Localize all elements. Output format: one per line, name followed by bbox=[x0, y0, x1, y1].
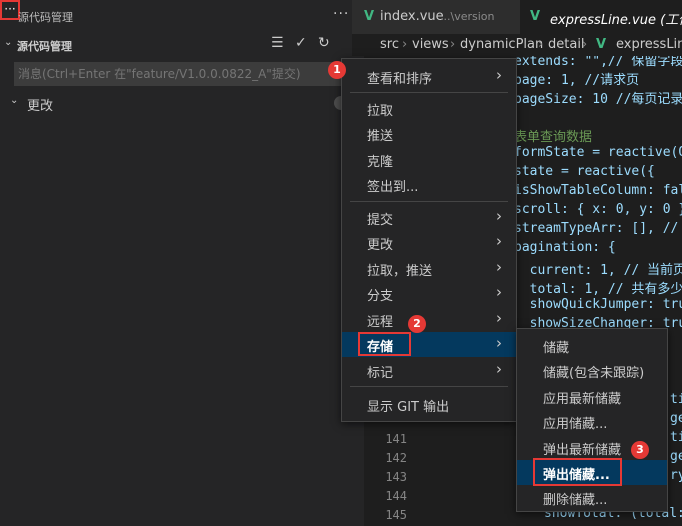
code-fragment: ge bbox=[670, 411, 682, 426]
code-line: showQuickJumper: true, bbox=[529, 297, 682, 312]
code-line: pageSize: 10 //每页记录数 bbox=[514, 92, 682, 107]
refresh-icon[interactable]: ↻ bbox=[318, 35, 330, 51]
menu-item-commit[interactable]: 提交 › bbox=[342, 205, 516, 230]
code-fragment: ti bbox=[670, 430, 682, 445]
tab-index-vue[interactable]: V index.vue ...\version bbox=[352, 0, 520, 34]
menu-item-pull[interactable]: 拉取 bbox=[342, 96, 516, 121]
menu-item-remote[interactable]: 远程 › bbox=[342, 307, 516, 332]
line-number: 143 bbox=[385, 470, 407, 484]
chevron-right-icon: › bbox=[496, 232, 502, 250]
vue-file-icon: V bbox=[596, 37, 607, 52]
code-line: 表单查询数据 bbox=[514, 130, 593, 145]
code-fragment: ry bbox=[670, 468, 682, 483]
highlight-stash bbox=[358, 332, 411, 356]
menu-item-show-git-output[interactable]: 显示 GIT 输出 bbox=[342, 392, 516, 417]
line-number: 145 bbox=[385, 508, 407, 522]
breadcrumb-item[interactable]: dynamicPlan bbox=[460, 37, 543, 52]
step-badge: 3 bbox=[631, 441, 649, 459]
source-control-sidebar: 源代码管理 ··· ⌄ 源代码管理 ☰ ✓ ↻ ··· ⌄ 更改 bbox=[0, 0, 364, 526]
menu-item-pull-push[interactable]: 拉取，推送 › bbox=[342, 256, 516, 281]
sidebar-more-icon[interactable]: ··· bbox=[333, 6, 349, 22]
code-line: page: 1, //请求页 bbox=[514, 73, 640, 88]
chevron-right-icon: › bbox=[496, 66, 502, 84]
editor-tabs: V index.vue ...\version V expressLine.vu… bbox=[352, 0, 682, 34]
tab-label: expressLine.vue (工作树) bbox=[550, 13, 682, 28]
code-line: extends: "",// 保留字段 bbox=[514, 56, 682, 69]
menu-item-checkout[interactable]: 签出到... bbox=[342, 172, 516, 197]
menu-item-push[interactable]: 推送 bbox=[342, 121, 516, 146]
code-line: state = reactive({ bbox=[514, 164, 655, 179]
code-line: scroll: { x: 0, y: 0 }, bbox=[514, 202, 682, 217]
submenu-item-drop[interactable]: 删除储藏... bbox=[517, 485, 667, 510]
vue-file-icon: V bbox=[530, 9, 541, 24]
code-line: total: 1, // 共有多少 bbox=[514, 282, 682, 297]
section-title: 源代码管理 bbox=[17, 40, 72, 53]
chevron-down-icon: ⌄ bbox=[10, 95, 19, 106]
tab-expressline-vue[interactable]: V expressLine.vue (工作树) bbox=[520, 0, 682, 34]
menu-item-clone[interactable]: 克隆 bbox=[342, 147, 516, 172]
code-line: streamTypeArr: [], // bbox=[514, 221, 679, 236]
more-actions-menu: 查看和排序 › 拉取 推送 克隆 签出到... 提交 › 更改 › 拉取，推送 … bbox=[341, 58, 517, 422]
menu-separator bbox=[350, 201, 508, 202]
code-line: isShowTableColumn: false, bbox=[514, 183, 682, 198]
chevron-right-icon: › bbox=[496, 309, 502, 327]
step-badge: 1 bbox=[328, 61, 346, 79]
sidebar-title-bar: 源代码管理 ··· bbox=[0, 0, 364, 34]
changes-section-header[interactable]: ⌄ 更改 bbox=[0, 92, 364, 114]
tree-view-icon[interactable]: ☰ bbox=[271, 35, 284, 51]
line-number: 141 bbox=[385, 432, 407, 446]
menu-separator bbox=[350, 92, 508, 93]
commit-message-input[interactable] bbox=[14, 62, 344, 86]
chevron-right-icon: › bbox=[496, 334, 502, 352]
vue-file-icon: V bbox=[364, 9, 375, 24]
code-fragment: ti bbox=[670, 392, 682, 407]
changes-label: 更改 bbox=[27, 99, 54, 114]
breadcrumb-item[interactable]: detail bbox=[548, 37, 585, 52]
menu-item-view-sort[interactable]: 查看和排序 › bbox=[342, 64, 516, 89]
chevron-right-icon: › bbox=[496, 207, 502, 225]
code-line: formState = reactive(Object bbox=[514, 145, 682, 160]
tab-path: ...\version bbox=[440, 10, 495, 23]
code-fragment: ge bbox=[670, 449, 682, 464]
submenu-item-apply[interactable]: 应用储藏... bbox=[517, 409, 667, 434]
breadcrumb: src › views › dynamicPlan › detail › V e… bbox=[352, 34, 682, 56]
step-badge: 2 bbox=[408, 315, 426, 333]
chevron-right-icon: › bbox=[496, 283, 502, 301]
submenu-item-apply-latest[interactable]: 应用最新储藏 bbox=[517, 384, 667, 409]
menu-item-tags[interactable]: 标记 › bbox=[342, 358, 516, 383]
submenu-item-stash[interactable]: 储藏 bbox=[517, 333, 667, 358]
submenu-item-stash-untracked[interactable]: 储藏(包含未跟踪) bbox=[517, 358, 667, 383]
menu-item-changes[interactable]: 更改 › bbox=[342, 230, 516, 255]
code-line: pagination: { bbox=[514, 240, 616, 255]
chevron-right-icon: › bbox=[496, 360, 502, 378]
check-icon[interactable]: ✓ bbox=[295, 35, 307, 51]
line-number: 144 bbox=[385, 489, 407, 503]
highlight-pop-stash bbox=[533, 458, 622, 486]
breadcrumb-item[interactable]: src bbox=[380, 37, 399, 52]
menu-separator bbox=[350, 386, 508, 387]
breadcrumb-item[interactable]: views bbox=[412, 37, 449, 52]
code-line: current: 1, // 当前页 bbox=[514, 263, 682, 278]
breadcrumb-item[interactable]: expressLine.vue bbox=[616, 37, 682, 52]
chevron-right-icon: › bbox=[496, 258, 502, 276]
line-number: 142 bbox=[385, 451, 407, 465]
chevron-down-icon: ⌄ bbox=[4, 37, 13, 48]
tab-label: index.vue bbox=[380, 9, 444, 24]
source-control-section-header[interactable]: ⌄ 源代码管理 ☰ ✓ ↻ bbox=[0, 34, 364, 56]
sidebar-title: 源代码管理 bbox=[18, 11, 73, 24]
menu-item-branch[interactable]: 分支 › bbox=[342, 281, 516, 306]
